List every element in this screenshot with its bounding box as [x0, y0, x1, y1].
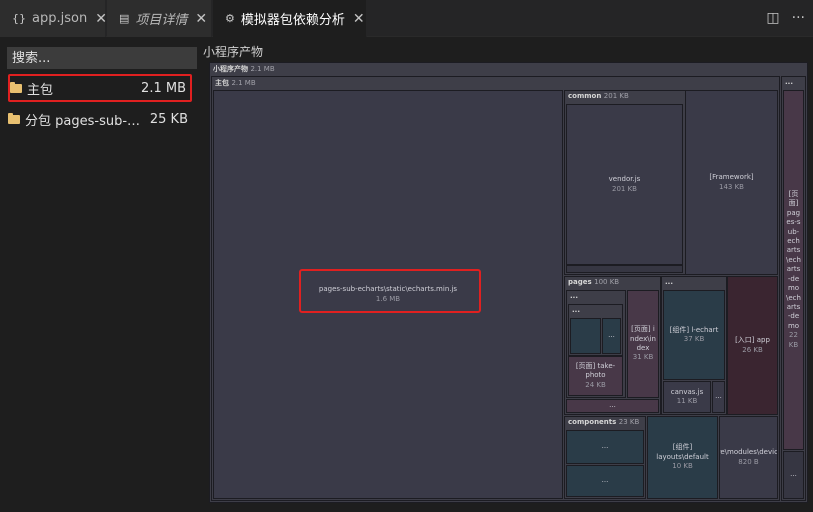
treemap-small-cell[interactable]: ... — [783, 451, 804, 499]
cell-header: components 23 KB — [568, 418, 640, 426]
package-item-sub[interactable]: 分包 pages-sub-echarts 25 KB — [8, 105, 192, 133]
selected-highlight — [299, 269, 481, 313]
tab-label: app.json — [32, 11, 88, 26]
cell-header: ... — [665, 278, 673, 286]
treemap-canvas-js[interactable]: canvas.js 11 KB — [663, 381, 711, 413]
treemap-store-device[interactable]: store\modules\device.js 820 B — [719, 416, 778, 499]
treemap-small-cell[interactable]: ... — [566, 465, 644, 497]
close-icon[interactable]: ✕ — [195, 11, 207, 27]
tab-project-details[interactable]: ▤ 项目详情 ✕ — [107, 0, 212, 37]
treemap-index-page[interactable]: [页面] index\index 31 KB — [627, 290, 659, 398]
tab-actions: ◫ ··· — [766, 10, 805, 26]
cell-header: 小程序产物 2.1 MB — [213, 65, 275, 73]
treemap-framework[interactable]: [Framework] 143 KB — [685, 90, 778, 275]
treemap-l-echart[interactable]: [组件] l-echart 37 KB — [663, 290, 725, 380]
cell-header: common 201 KB — [568, 92, 629, 100]
treemap-small-cell[interactable] — [566, 265, 683, 273]
treemap-small-cell[interactable]: ... — [566, 430, 644, 464]
gear-icon: ⚙ — [225, 12, 235, 25]
cell-header: ... — [785, 78, 793, 86]
treemap-echarts-demo-page[interactable]: [页面] pages-sub-echarts\echarts-demo\echa… — [783, 90, 804, 450]
close-icon[interactable]: ✕ — [95, 11, 107, 27]
cell-header: ... — [572, 306, 580, 314]
split-editor-icon[interactable]: ◫ — [766, 10, 779, 26]
tab-app-json[interactable]: {} app.json ✕ — [0, 0, 107, 37]
treemap-entry-app[interactable]: [入口] app 26 KB — [727, 276, 778, 415]
package-name: 分包 pages-sub-echarts — [25, 113, 144, 129]
treemap-small-cell[interactable]: ... — [566, 399, 659, 413]
search-input[interactable] — [7, 47, 197, 69]
folder-icon — [10, 81, 22, 93]
package-item-main[interactable]: 主包 2.1 MB — [8, 74, 192, 102]
package-sidebar: 主包 2.1 MB 分包 pages-sub-echarts 25 KB — [0, 38, 204, 512]
close-icon[interactable]: ✕ — [353, 11, 365, 27]
cell-header: ... — [570, 292, 578, 300]
treemap-title: 小程序产物 — [203, 45, 264, 59]
treemap-small-cell[interactable]: ... — [712, 381, 725, 413]
treemap-layouts-default[interactable]: [组件] layouts\default 10 KB — [647, 416, 718, 499]
cell-header: pages 100 KB — [568, 278, 620, 286]
folder-icon — [8, 112, 20, 124]
more-actions-icon[interactable]: ··· — [792, 10, 805, 26]
package-name: 主包 — [27, 82, 54, 98]
tab-label: 模拟器包依赖分析 — [240, 13, 345, 28]
cell-header: 主包 2.1 MB — [215, 79, 256, 87]
treemap-small-cell[interactable]: ... — [602, 318, 621, 354]
tab-dependency-analysis[interactable]: ⚙ 模拟器包依赖分析 ✕ — [213, 0, 367, 37]
treemap-take-photo[interactable]: [页面] take-photo 24 KB — [568, 356, 623, 396]
package-size: 2.1 MB — [141, 80, 186, 96]
json-file-icon: {} — [12, 12, 26, 25]
treemap-small-cell[interactable] — [570, 318, 601, 354]
treemap-vendor-js[interactable]: vendor.js 201 KB — [566, 104, 683, 265]
tab-label: 项目详情 — [135, 13, 188, 28]
editor-tab-bar: {} app.json ✕ ▤ 项目详情 ✕ ⚙ 模拟器包依赖分析 ✕ ◫ ··… — [0, 0, 813, 37]
package-size: 25 KB — [149, 111, 188, 127]
document-icon: ▤ — [119, 12, 130, 25]
